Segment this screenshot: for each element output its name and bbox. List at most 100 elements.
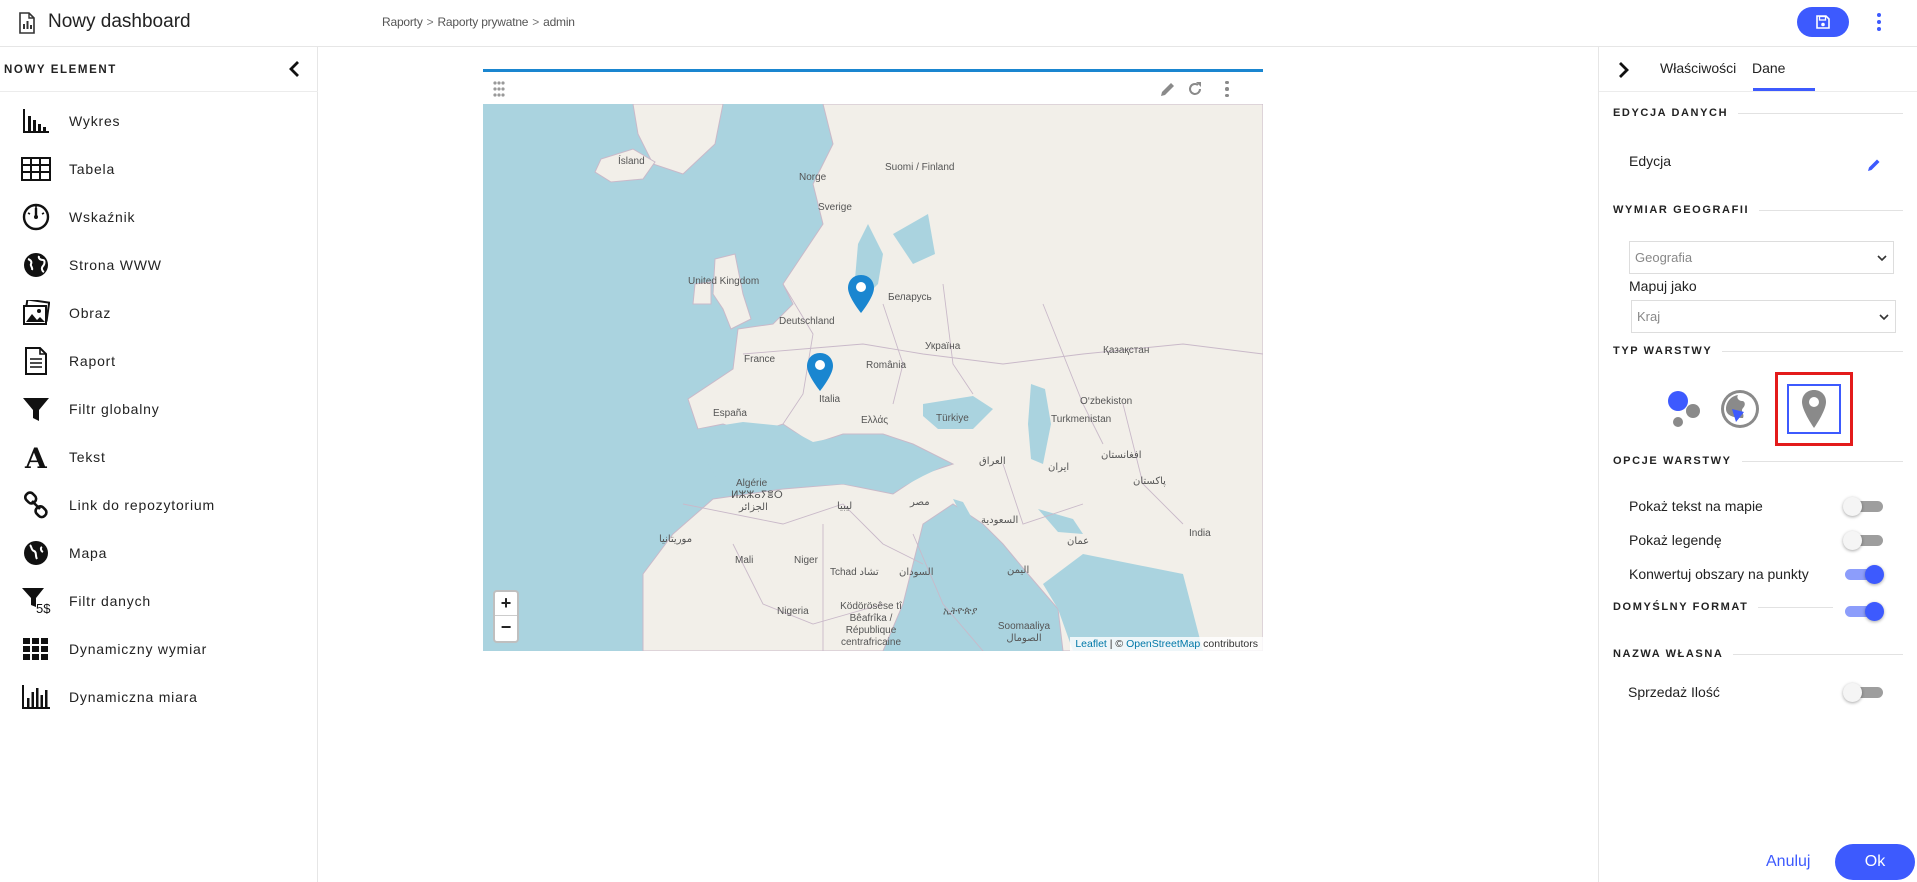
- save-button[interactable]: [1797, 7, 1849, 37]
- zoom-out-button[interactable]: −: [495, 616, 517, 640]
- svg-text:A: A: [24, 443, 48, 471]
- section-label: TYP WARSTWY: [1613, 345, 1713, 357]
- layer-type-choropleth[interactable]: [1718, 387, 1762, 431]
- map-label: عمان: [1067, 536, 1090, 547]
- document-icon: [25, 347, 47, 375]
- breadcrumb: Raporty > Raporty prywatne > admin: [382, 15, 575, 29]
- map-label: Sverige: [818, 202, 852, 213]
- geography-select-value: Geografia: [1635, 250, 1693, 265]
- zoom-control: + −: [493, 590, 519, 643]
- element-filtr-globalny[interactable]: Filtr globalny: [0, 385, 318, 433]
- zoom-in-button[interactable]: +: [495, 592, 517, 616]
- map-globe-icon: [24, 541, 48, 565]
- map-label: Suomi / Finland: [885, 162, 955, 173]
- element-obraz[interactable]: Obraz: [0, 289, 318, 337]
- element-tabela[interactable]: Tabela: [0, 145, 318, 193]
- map-label: الجزائر: [739, 502, 768, 513]
- map-as-select[interactable]: Kraj: [1631, 300, 1896, 333]
- breadcrumb-raporty[interactable]: Raporty: [382, 15, 423, 29]
- map-label: العراق: [979, 456, 1006, 467]
- toggle-default-format[interactable]: [1843, 601, 1885, 621]
- drag-handle-icon[interactable]: [493, 81, 505, 97]
- map-label: افغانستان: [1101, 450, 1142, 461]
- element-label: Wskaźnik: [69, 209, 136, 225]
- breadcrumb-admin[interactable]: admin: [543, 15, 575, 29]
- geography-select[interactable]: Geografia: [1629, 241, 1894, 274]
- chevron-right-icon[interactable]: [1612, 59, 1634, 81]
- element-dynamiczna-miara[interactable]: Dynamiczna miara: [0, 673, 318, 721]
- save-icon: [1816, 15, 1830, 29]
- tab-wlasciwosci[interactable]: Właściwości: [1660, 60, 1736, 76]
- map-label: Türkiye: [936, 413, 969, 424]
- map-label: România: [866, 360, 907, 371]
- element-dynamiczny-wymiar[interactable]: Dynamiczny wymiar: [0, 625, 318, 673]
- bubbles-icon: [1668, 391, 1700, 427]
- openstreetmap-link[interactable]: OpenStreetMap: [1126, 638, 1200, 650]
- toggle-custom-name[interactable]: [1843, 682, 1885, 702]
- toggle-convert-areas[interactable]: [1843, 564, 1885, 584]
- element-label: Strona WWW: [69, 257, 162, 273]
- map-label: O‘zbekiston: [1080, 396, 1133, 407]
- section-default-format: DOMYŚLNY FORMAT: [1613, 601, 1833, 613]
- marker-poland[interactable]: [847, 274, 875, 314]
- map-label: Nigeria: [777, 606, 809, 617]
- element-strona-www[interactable]: Strona WWW: [0, 241, 318, 289]
- breadcrumb-raporty-prywatne[interactable]: Raporty prywatne: [437, 15, 528, 29]
- widget-toolbar: [483, 72, 1263, 104]
- element-tekst[interactable]: A Tekst: [0, 433, 318, 481]
- map-label: Niger: [794, 555, 818, 566]
- toggle-show-text[interactable]: [1843, 496, 1885, 516]
- panel-heading: NOWY ELEMENT: [4, 64, 117, 76]
- map-label: Tchad تشاد: [830, 567, 879, 578]
- element-raport[interactable]: Raport: [0, 337, 318, 385]
- element-label: Filtr danych: [69, 593, 151, 609]
- layer-type-markers[interactable]: [1787, 384, 1841, 434]
- bar-chart-icon: [23, 109, 49, 133]
- section-label: WYMIAR GEOGRAFII: [1613, 204, 1750, 216]
- element-wykres[interactable]: Wykres: [0, 97, 318, 145]
- marker-italy[interactable]: [806, 352, 834, 392]
- chevron-left-icon[interactable]: [284, 58, 306, 80]
- table-icon: [21, 157, 51, 181]
- top-bar: Nowy dashboard Raporty > Raporty prywatne >…: [0, 0, 1917, 47]
- page-title: Nowy dashboard: [48, 11, 191, 32]
- section-label: NAZWA WŁASNA: [1613, 648, 1724, 660]
- edit-icon[interactable]: [1159, 80, 1177, 98]
- divider: [0, 91, 318, 92]
- map-view[interactable]: Ísland Norge Suomi / Finland Sverige Uni…: [483, 104, 1263, 651]
- element-label: Tabela: [69, 161, 116, 177]
- element-mapa[interactable]: Mapa: [0, 529, 318, 577]
- cancel-button[interactable]: Anuluj: [1766, 853, 1810, 871]
- breadcrumb-separator: >: [426, 15, 434, 29]
- map-as-select-value: Kraj: [1637, 309, 1661, 324]
- tab-dane[interactable]: Dane: [1752, 60, 1785, 76]
- text-icon: A: [24, 443, 48, 471]
- map-label: موريتانيا: [659, 534, 693, 545]
- map-label: ليبيا: [837, 501, 853, 512]
- more-menu-button[interactable]: [1872, 10, 1886, 34]
- layer-type-bubbles[interactable]: [1662, 387, 1706, 431]
- divider: [1599, 91, 1917, 92]
- element-wskaznik[interactable]: Wskaźnik: [0, 193, 318, 241]
- refresh-icon[interactable]: [1186, 80, 1204, 98]
- map-as-label: Mapuj jako: [1629, 278, 1697, 294]
- map-label: Soomaaliya الصومال: [997, 621, 1051, 644]
- section-geography: WYMIAR GEOGRAFII: [1613, 204, 1903, 216]
- map-label: Ísland: [618, 156, 645, 167]
- properties-panel: Właściwości Dane EDYCJA DANYCH Edycja WY…: [1598, 47, 1917, 882]
- map-label: Algérie: [736, 478, 768, 489]
- edit-icon[interactable]: [1866, 157, 1882, 173]
- element-link-do-repozytorium[interactable]: Link do repozytorium: [0, 481, 318, 529]
- section-label: EDYCJA DANYCH: [1613, 107, 1729, 119]
- map-label: مصر: [910, 497, 930, 508]
- pin-marker-icon: [1802, 390, 1826, 428]
- element-filtr-danych[interactable]: 5$ Filtr danych: [0, 577, 318, 625]
- section-label: DOMYŚLNY FORMAT: [1613, 601, 1749, 613]
- toggle-show-legend[interactable]: [1843, 530, 1885, 550]
- ok-button[interactable]: Ok: [1835, 844, 1915, 880]
- globe-icon: [24, 253, 48, 277]
- leaflet-link[interactable]: Leaflet: [1075, 638, 1107, 650]
- funnel-icon: [23, 398, 49, 421]
- widget-menu-button[interactable]: [1223, 80, 1231, 98]
- map-label: Mali: [735, 555, 754, 566]
